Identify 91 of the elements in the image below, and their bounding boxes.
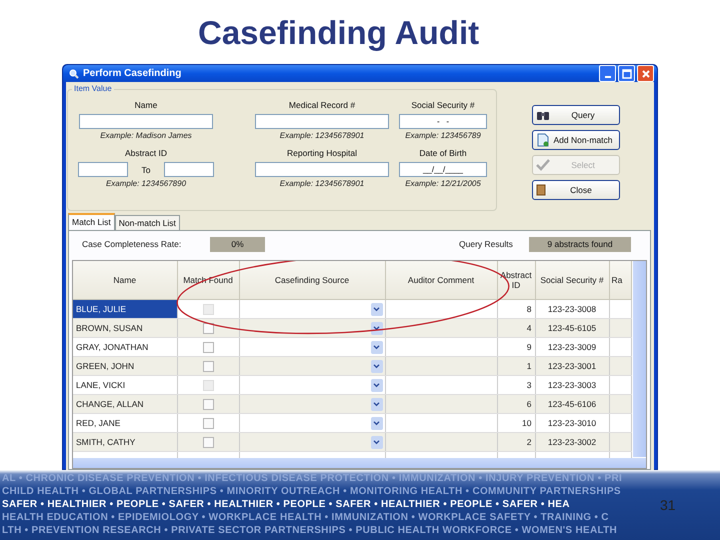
caret-icon: [373, 440, 380, 444]
input-field[interactable]: - -: [399, 114, 487, 129]
dropdown-button[interactable]: [370, 322, 382, 334]
dropdown-button[interactable]: [370, 378, 382, 392]
input-field[interactable]: [79, 114, 213, 129]
input-field[interactable]: [255, 162, 389, 177]
caret-icon: [373, 326, 380, 330]
field-label: To: [142, 164, 150, 174]
caret-icon: [373, 344, 380, 350]
door-icon: [536, 184, 546, 196]
binoculars-icon: [536, 109, 550, 121]
column-header[interactable]: Name: [73, 261, 177, 300]
action-button[interactable]: Add Non-match: [532, 130, 620, 150]
field-label: Date of Birth: [419, 148, 467, 159]
example-text: Example: 123456789: [405, 131, 481, 140]
document-icon: [536, 133, 550, 147]
table-cell: 6: [497, 394, 535, 414]
slide-title: Casefinding Audit: [197, 13, 480, 53]
example-text: Example: 1234567890: [106, 179, 186, 188]
banner-text: AL • CHRONIC DISEASE PREVENTION • INFECTIOUS DISEASE PROTECTION • IMMUNIZATION • INJURY PREVENTION • PRI: [2, 473, 622, 485]
field-label: Name: [134, 100, 158, 111]
table-cell[interactable]: BROWN, SUSAN: [73, 318, 177, 338]
rate-value: 0%: [210, 236, 265, 252]
results-value: 9 abstracts found: [529, 236, 631, 252]
table-cell[interactable]: SMITH, CATHY: [73, 432, 177, 452]
close-icon: [640, 68, 650, 78]
check-icon: [536, 159, 550, 171]
summary-label: Case Completeness Rate:: [82, 239, 182, 249]
close-button[interactable]: [637, 65, 654, 82]
tab[interactable]: Non-match List: [114, 215, 180, 230]
checkbox[interactable]: [202, 322, 214, 334]
input-field[interactable]: __/__/____: [399, 162, 487, 177]
table-cell: 1: [497, 356, 535, 376]
table-cell: 123-23-3002: [535, 432, 609, 452]
maximize-icon: [622, 68, 632, 78]
tab[interactable]: Match List: [68, 213, 115, 230]
dropdown-button[interactable]: [370, 302, 382, 316]
minimize-button[interactable]: [599, 65, 616, 82]
field-label: Reporting Hospital: [287, 148, 357, 159]
banner-text: LTH • PREVENTION RESEARCH • PRIVATE SECTOR PARTNERSHIPS • PUBLIC HEALTH WORKFORCE • WOMEN'S HEALTH: [2, 525, 618, 537]
checkbox[interactable]: [202, 398, 214, 410]
column-header[interactable]: Auditor Comment: [385, 261, 497, 300]
magnifier-icon: [69, 68, 79, 78]
action-button[interactable]: Query: [532, 105, 620, 125]
column-header[interactable]: Abstract ID: [497, 261, 535, 300]
field-label: Abstract ID: [124, 148, 168, 159]
caret-icon: [373, 402, 380, 406]
checkbox[interactable]: [202, 418, 214, 429]
column-header[interactable]: Casefinding Source: [239, 261, 385, 300]
table-cell: 123-45-6106: [535, 394, 609, 414]
input-field[interactable]: [255, 114, 389, 129]
field-label: Medical Record #: [288, 100, 356, 111]
group-legend: Item Value: [72, 84, 114, 93]
page-number: 31: [660, 497, 676, 513]
example-text: Example: 12/21/2005: [405, 179, 481, 188]
column-header[interactable]: Ra: [609, 261, 631, 300]
caret-icon: [373, 364, 380, 368]
checkbox[interactable]: [202, 436, 214, 448]
checkbox[interactable]: [202, 342, 214, 353]
checkbox[interactable]: [202, 360, 214, 372]
banner-text: SAFER • HEALTHIER • PEOPLE • SAFER • HEALTHIER • PEOPLE • SAFER • HEALTHIER • PEOPLE • SAFER • HEA: [2, 499, 570, 511]
summary-label: Query Results: [459, 239, 514, 249]
input-field[interactable]: [78, 162, 128, 177]
horizontal-scrollbar[interactable]: [73, 458, 646, 468]
table-cell[interactable]: CHANGE, ALLAN: [73, 394, 177, 414]
maximize-button[interactable]: [618, 65, 635, 82]
dropdown-button[interactable]: [370, 436, 382, 448]
field-label: Social Security #: [411, 100, 475, 111]
banner-text: CHILD HEALTH • GLOBAL PARTNERSHIPS • MINORITY OUTREACH • MONITORING HEALTH • COMMUNITY PARTNERSHIPS: [2, 486, 621, 498]
dropdown-button[interactable]: [370, 340, 382, 354]
example-text: Example: 12345678901: [280, 131, 364, 140]
caret-icon: [373, 306, 380, 312]
action-button[interactable]: Close: [532, 180, 620, 200]
dropdown-button[interactable]: [370, 416, 382, 430]
window-title: Perform Casefinding: [83, 68, 182, 79]
banner-text: HEALTH EDUCATION • EPIDEMIOLOGY • WORKPLACE HEALTH • IMMUNIZATION • WORKPLACE SAFETY • TRAINING • C: [2, 512, 609, 524]
table-cell: 123-23-3001: [535, 356, 609, 376]
vertical-scrollbar[interactable]: [633, 261, 646, 457]
table-cell: 123-45-6105: [535, 318, 609, 338]
input-field[interactable]: [164, 162, 214, 177]
example-text: Example: Madison James: [100, 131, 192, 140]
example-text: Example: 12345678901: [280, 179, 364, 188]
table-cell: 2: [497, 432, 535, 452]
table-cell: 4: [497, 318, 535, 338]
dropdown-button[interactable]: [370, 398, 382, 410]
minimize-icon: [604, 76, 610, 78]
caret-icon: [373, 420, 380, 426]
column-header[interactable]: Social Security #: [535, 261, 609, 300]
table-cell[interactable]: GREEN, JOHN: [73, 356, 177, 376]
dropdown-button[interactable]: [370, 360, 382, 372]
caret-icon: [373, 382, 380, 388]
